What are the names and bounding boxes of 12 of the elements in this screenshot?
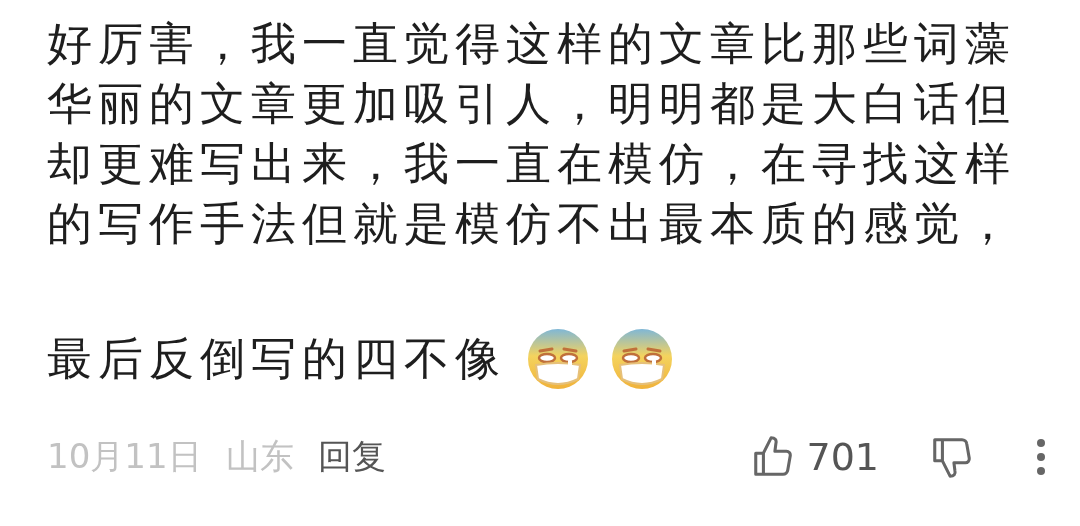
comment-text-line: 的写作手法但就是模仿不出最本质的感觉，	[47, 196, 1017, 252]
comment-location: 山东	[225, 435, 294, 478]
comment-text-line: 最后反倒写的四不像	[47, 331, 506, 387]
mask-face-emoji-icon	[526, 327, 590, 391]
comment-text-line: 华丽的文章更加吸引人，明明都是大白话但	[47, 76, 1017, 132]
more-options-icon[interactable]	[1035, 437, 1047, 477]
reply-link[interactable]: 回复	[317, 434, 386, 480]
mask-face-emoji-icon	[610, 327, 674, 391]
comment-text-line: 好厉害，我一直觉得这样的文章比那些词藻	[47, 16, 1017, 72]
comment-text-line: 却更难写出来，我一直在模仿，在寻找这样	[47, 136, 1017, 192]
like-count: 701	[806, 435, 879, 479]
comment-date: 10月11日	[47, 435, 202, 478]
